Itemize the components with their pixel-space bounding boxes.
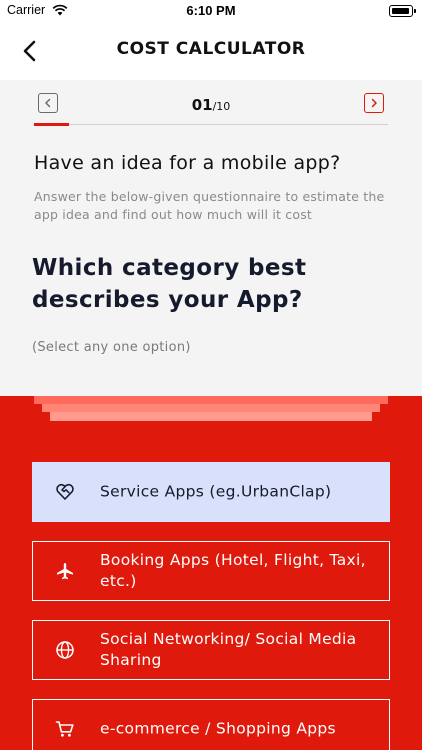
step-counter: 01/10 bbox=[34, 95, 388, 114]
option-label: Booking Apps (Hotel, Flight, Taxi, etc.) bbox=[100, 551, 366, 590]
decorative-stack bbox=[34, 396, 388, 404]
current-step: 01 bbox=[191, 96, 213, 114]
next-button[interactable] bbox=[364, 93, 384, 113]
nav-bar: COST CALCULATOR bbox=[0, 22, 422, 80]
globe-icon bbox=[56, 641, 74, 659]
battery-icon bbox=[389, 5, 416, 17]
intro-heading: Have an idea for a mobile app? bbox=[34, 152, 341, 174]
progress-track bbox=[34, 124, 388, 125]
clock: 6:10 PM bbox=[186, 3, 236, 18]
total-steps: /10 bbox=[212, 100, 231, 113]
chevron-right-icon bbox=[371, 98, 377, 108]
question-hint: (Select any one option) bbox=[32, 340, 191, 355]
status-bar: Carrier 6:10 PM bbox=[0, 0, 422, 22]
options-panel: Service Apps (eg.UrbanClap) Booking Apps… bbox=[0, 396, 422, 750]
option-ecommerce[interactable]: e-commerce / Shopping Apps bbox=[32, 699, 390, 750]
decorative-stack bbox=[50, 412, 372, 421]
decorative-stack bbox=[42, 404, 380, 412]
option-label: e-commerce / Shopping Apps bbox=[100, 719, 336, 738]
pager: 01/10 bbox=[34, 90, 388, 126]
option-service-apps[interactable]: Service Apps (eg.UrbanClap) bbox=[32, 462, 390, 522]
question-title: Which category best describes your App? bbox=[32, 255, 307, 313]
option-label: Social Networking/ Social Media Sharing bbox=[100, 630, 357, 669]
option-label: Service Apps (eg.UrbanClap) bbox=[100, 482, 332, 501]
option-social-networking[interactable]: Social Networking/ Social Media Sharing bbox=[32, 620, 390, 680]
question-panel: 01/10 Have an idea for a mobile app? Ans… bbox=[0, 80, 422, 396]
page-title: COST CALCULATOR bbox=[116, 39, 306, 59]
shopping-cart-icon bbox=[55, 721, 74, 737]
intro-subtext: Answer the below-given questionnaire to … bbox=[34, 189, 385, 222]
progress-fill bbox=[34, 123, 70, 126]
heart-handshake-icon bbox=[56, 483, 74, 500]
option-booking-apps[interactable]: Booking Apps (Hotel, Flight, Taxi, etc.) bbox=[32, 541, 390, 601]
airplane-icon bbox=[57, 563, 73, 580]
